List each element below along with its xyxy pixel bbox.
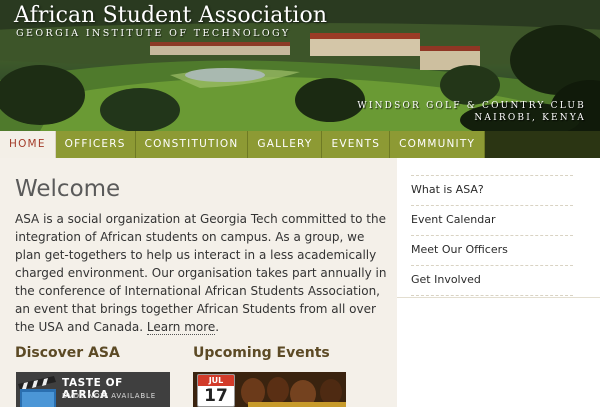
site-subtitle: GEORGIA INSTITUTE OF TECHNOLOGY bbox=[16, 28, 291, 39]
calendar-day: 17 bbox=[204, 386, 228, 406]
nav-gallery[interactable]: GALLERY bbox=[248, 131, 323, 158]
nav-constitution[interactable]: CONSTITUTION bbox=[135, 131, 249, 158]
sidebar-item-what-is-asa[interactable]: What is ASA? bbox=[411, 175, 573, 205]
calendar-month: JUL bbox=[198, 375, 234, 386]
nav-officers[interactable]: OFFICERS bbox=[55, 131, 136, 158]
photo-caption-location: WINDSOR GOLF & COUNTRY CLUB bbox=[357, 101, 586, 111]
nav-home[interactable]: HOME bbox=[0, 131, 56, 158]
upcoming-events-image[interactable]: JUL 17 bbox=[193, 372, 346, 407]
nav-community[interactable]: COMMUNITY bbox=[390, 131, 486, 158]
photo-caption-city: NAIROBI, KENYA bbox=[474, 113, 586, 123]
promo-subtitle: DVDS NOW AVAILABLE bbox=[62, 392, 156, 400]
learn-more-link[interactable]: Learn more bbox=[146, 320, 216, 335]
main-content: Welcome ASA is a social organization at … bbox=[0, 158, 397, 407]
sidebar-links: What is ASA? Event Calendar Meet Our Off… bbox=[411, 175, 573, 296]
nav-events[interactable]: EVENTS bbox=[322, 131, 391, 158]
events-title: Upcoming Events bbox=[193, 345, 330, 361]
discover-title: Discover ASA bbox=[15, 345, 120, 361]
header-banner: African Student Association GEORGIA INST… bbox=[0, 0, 600, 131]
sidebar: What is ASA? Event Calendar Meet Our Off… bbox=[397, 158, 600, 407]
sidebar-item-event-calendar[interactable]: Event Calendar bbox=[411, 205, 573, 235]
main-nav: HOME OFFICERS CONSTITUTION GALLERY EVENT… bbox=[0, 131, 600, 158]
intro-text: ASA is a social organization at Georgia … bbox=[15, 212, 387, 334]
sidebar-divider bbox=[397, 297, 600, 298]
sidebar-list-divider bbox=[411, 295, 573, 296]
page-title: Welcome bbox=[15, 176, 121, 202]
intro-period: . bbox=[215, 320, 220, 334]
taste-of-africa-promo[interactable]: TASTE OF AFRICA DVDS NOW AVAILABLE bbox=[16, 372, 170, 407]
sidebar-item-meet-officers[interactable]: Meet Our Officers bbox=[411, 235, 573, 265]
calendar-icon: JUL 17 bbox=[197, 374, 235, 407]
intro-paragraph: ASA is a social organization at Georgia … bbox=[15, 210, 390, 336]
site-title[interactable]: African Student Association bbox=[14, 3, 327, 28]
sidebar-item-get-involved[interactable]: Get Involved bbox=[411, 265, 573, 295]
